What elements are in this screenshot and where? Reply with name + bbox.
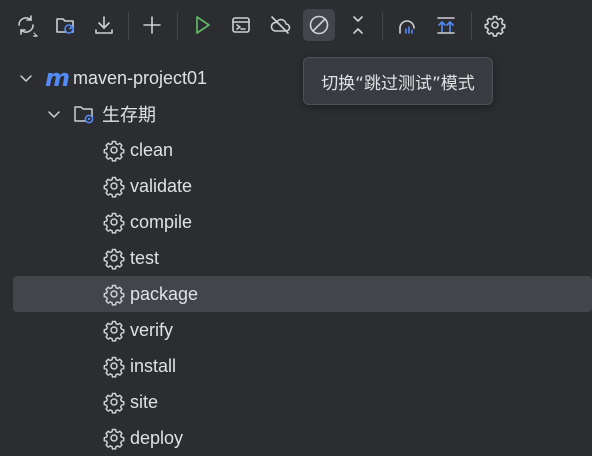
offline-cloud-icon: [270, 16, 291, 34]
tooltip-text: 切换“跳过测试”模式: [321, 73, 475, 94]
gear-icon: [103, 175, 125, 198]
gear-icon: [103, 355, 125, 378]
maven-logo-icon: m: [45, 64, 71, 92]
tree-node-goal-test[interactable]: test: [0, 240, 592, 276]
skip-tests-tooltip: 切换“跳过测试”模式: [303, 57, 493, 105]
lifecycle-folder-icon: [73, 103, 95, 125]
project-label: maven-project01: [73, 67, 208, 88]
gear-icon: [103, 391, 125, 414]
goal-label: site: [130, 391, 159, 412]
maven-settings-button[interactable]: [479, 9, 511, 41]
plus-icon: [143, 16, 161, 34]
maven-toolbar: [0, 0, 592, 54]
goal-label: clean: [130, 139, 174, 160]
add-maven-project-button[interactable]: [136, 9, 168, 41]
reload-icon: [18, 15, 38, 37]
goal-label: package: [130, 283, 199, 304]
analyze-icon: [399, 20, 415, 34]
gear-icon: [103, 247, 125, 270]
tree-node-goal-verify[interactable]: verify: [0, 312, 592, 348]
execute-maven-goal-button[interactable]: [225, 9, 257, 41]
goal-label: compile: [130, 211, 193, 232]
skip-icon: [309, 15, 329, 35]
tree-node-goal-validate[interactable]: validate: [0, 168, 592, 204]
download-sources-button[interactable]: [88, 9, 120, 41]
tree-node-lifecycle[interactable]: 生存期: [0, 96, 592, 132]
dependencies-icon: [437, 17, 455, 34]
toggle-skip-tests-button[interactable]: [303, 9, 335, 41]
download-icon: [95, 16, 113, 34]
reload-all-projects-button[interactable]: [10, 9, 42, 41]
tree-node-goal-deploy[interactable]: deploy: [0, 420, 592, 456]
toggle-offline-mode-button[interactable]: [264, 9, 296, 41]
chevron-down-icon[interactable]: [46, 106, 62, 122]
goal-label: validate: [130, 175, 193, 196]
goal-label: verify: [130, 319, 174, 340]
gear-icon: [103, 427, 125, 450]
folder-refresh-icon: [56, 18, 74, 34]
tree-node-goal-install[interactable]: install: [0, 348, 592, 384]
analyze-dependencies-button[interactable]: [391, 9, 423, 41]
gear-icon: [103, 139, 125, 162]
lifecycle-label: 生存期: [102, 105, 156, 125]
goal-label: deploy: [130, 427, 184, 448]
chevron-down-icon[interactable]: [18, 70, 34, 86]
toolbar-separator: [128, 12, 129, 40]
toolbar-separator: [382, 12, 383, 40]
gear-icon: [103, 319, 125, 342]
goal-label: test: [130, 247, 160, 268]
run-icon: [196, 16, 210, 34]
show-dependencies-button[interactable]: [430, 9, 462, 41]
tree-node-project[interactable]: m maven-project01: [0, 60, 592, 96]
gear-icon: [103, 211, 125, 234]
gear-icon: [484, 15, 506, 37]
terminal-icon: [232, 17, 250, 33]
gear-icon: [103, 283, 125, 306]
toolbar-separator: [471, 12, 472, 40]
run-maven-build-button[interactable]: [186, 9, 218, 41]
tree-node-goal-clean[interactable]: clean: [0, 132, 592, 168]
collapse-icon: [353, 16, 363, 34]
tree-node-goal-site[interactable]: site: [0, 384, 592, 420]
tree-node-goal-package[interactable]: package: [13, 276, 592, 312]
goal-label: install: [130, 355, 177, 376]
toolbar-separator: [177, 12, 178, 40]
tree-node-goal-compile[interactable]: compile: [0, 204, 592, 240]
generate-sources-button[interactable]: [49, 9, 81, 41]
collapse-all-button[interactable]: [342, 9, 374, 41]
